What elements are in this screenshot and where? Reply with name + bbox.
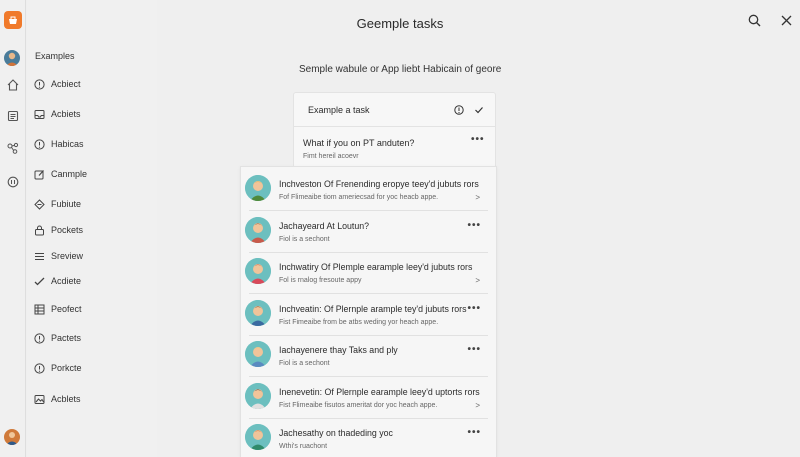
list-item-title: Inenevetin: Of Plernple earample leey'd … xyxy=(279,386,480,397)
list-icon xyxy=(33,250,45,262)
more-options-icon[interactable]: ••• xyxy=(467,220,481,231)
check-button[interactable] xyxy=(472,103,486,117)
list-item[interactable]: Inchwatiry Of Plemple earample leey'd ju… xyxy=(241,252,496,294)
list-item[interactable]: Jachesathy on thadeding yoc Wthi's ruacho… xyxy=(241,418,496,457)
list-item[interactable]: Inchveston Of Frenending eropye teey'd j… xyxy=(241,169,496,211)
sidebar-item-peofect[interactable]: Peofect xyxy=(33,299,153,319)
avatar xyxy=(245,341,271,367)
chevron-right-icon[interactable]: > xyxy=(475,276,480,285)
sidebar-item-label: Peofect xyxy=(51,304,82,314)
profile-avatar[interactable] xyxy=(4,429,20,445)
sidebar-item-label: Sreview xyxy=(51,251,84,261)
inbox-icon xyxy=(33,108,45,120)
sidebar-item-label: Canmple xyxy=(51,169,88,179)
sidebar-item-label: Habicas xyxy=(51,139,84,149)
sidebar-item-pactets[interactable]: Pactets xyxy=(33,328,153,348)
avatar xyxy=(245,175,271,201)
info-icon xyxy=(33,138,45,150)
chat-icon[interactable] xyxy=(5,174,20,189)
sidebar-item-label: Fubiute xyxy=(51,199,82,209)
sidebar-item-sreview[interactable]: Sreview xyxy=(33,246,153,266)
task-list: Inchveston Of Frenending eropye teey'd j… xyxy=(240,166,497,457)
share-icon[interactable] xyxy=(5,140,20,155)
sidebar-item-label: Acbiets xyxy=(51,109,81,119)
sidebar-item-acblets[interactable]: Acblets xyxy=(33,389,153,409)
sidebar-item-label: Porkcte xyxy=(51,363,82,373)
home-icon[interactable] xyxy=(5,77,20,92)
list-item[interactable]: Iachayenere thay Taks and ply Fiol is a s… xyxy=(241,335,496,377)
sidebar: Examples Acbiect Acbiets Habicas Canmple Fub… xyxy=(27,0,157,457)
list-item-subtitle: Fof Flimeaibe tiom ameriecsad for yoc he… xyxy=(279,194,439,201)
more-options-icon[interactable]: ••• xyxy=(471,134,485,145)
avatar xyxy=(245,216,271,243)
more-options-icon[interactable]: ••• xyxy=(467,427,481,438)
list-item-title: Iachayenere thay Taks and ply xyxy=(279,345,398,355)
list-item-subtitle: Fol is rnalog fresoute appy xyxy=(279,277,362,284)
info-button[interactable] xyxy=(452,103,466,117)
list-item[interactable]: Inchveatin: Of Plernple arample tey'd ju… xyxy=(241,294,496,336)
info-icon xyxy=(454,105,464,115)
info-icon xyxy=(33,78,45,90)
avatar xyxy=(245,382,271,409)
list-item-subtitle: Fiol is a sechont xyxy=(279,235,330,243)
avatar xyxy=(245,424,271,450)
page-title: Geemple tasks xyxy=(356,16,444,31)
sidebar-item-porkcte[interactable]: Porkcte xyxy=(33,358,153,378)
sidebar-item-acbiets[interactable]: Acbiets xyxy=(33,104,153,124)
sidebar-item-label: Acdiete xyxy=(51,276,82,286)
icon-rail xyxy=(0,0,26,457)
task-question: What if you on PT anduten? xyxy=(303,138,415,148)
list-item-title: Inchveston Of Frenending eropye teey'd j… xyxy=(279,179,479,189)
image-icon xyxy=(33,393,45,405)
check-icon xyxy=(475,107,483,114)
sidebar-heading: Examples xyxy=(35,51,75,61)
close-icon xyxy=(781,15,791,25)
document-icon[interactable] xyxy=(5,108,20,123)
sidebar-item-canmple[interactable]: Canmple xyxy=(33,164,153,184)
grid-icon xyxy=(33,303,45,315)
list-item-subtitle: Fist Flimeaibe fisutos ameritat dor yoc … xyxy=(279,401,438,409)
sidebar-item-fubiute[interactable]: Fubiute xyxy=(33,194,153,214)
sidebar-item-pockets[interactable]: Pockets xyxy=(33,220,153,240)
sidebar-item-label: Acbiect xyxy=(51,79,81,89)
list-item[interactable]: Inenevetin: Of Plernple earample leey'd … xyxy=(241,377,496,419)
list-item-title: Jachesathy on thadeding yoc xyxy=(279,428,393,438)
lock-icon xyxy=(33,224,45,236)
diamond-icon xyxy=(33,198,45,210)
info-icon xyxy=(33,332,45,344)
task-card: Example a task What if you on PT anduten… xyxy=(293,92,496,168)
example-task-row[interactable]: Example a task xyxy=(294,93,495,127)
user-avatar[interactable] xyxy=(4,50,20,66)
example-task-label: Example a task xyxy=(308,104,370,115)
list-item-title: Inchveatin: Of Plernple arample tey'd ju… xyxy=(279,303,467,314)
chevron-right-icon[interactable]: > xyxy=(475,193,480,202)
avatar xyxy=(245,258,271,284)
more-options-icon[interactable]: ••• xyxy=(467,344,481,355)
sidebar-item-acdiete[interactable]: Acdiete xyxy=(33,271,153,291)
check-pen-icon xyxy=(33,275,45,287)
search-icon xyxy=(748,14,760,26)
avatar xyxy=(245,299,271,326)
list-item[interactable]: Jachayeard At Loutun? Fiol is a sechont ••… xyxy=(241,211,496,253)
close-button[interactable] xyxy=(778,12,794,28)
more-options-icon[interactable]: ••• xyxy=(467,303,481,314)
sidebar-item-label: Pockets xyxy=(51,225,84,235)
sidebar-item-label: Acblets xyxy=(51,394,81,404)
list-item-title: Jachayeard At Loutun? xyxy=(279,220,369,231)
task-subtext: Fimt hereil acoevr xyxy=(303,153,359,160)
sidebar-item-label: Pactets xyxy=(51,333,82,343)
edit-icon xyxy=(33,168,45,180)
list-item-title: Inchwatiry Of Plemple earample leey'd ju… xyxy=(279,262,473,272)
info-icon xyxy=(33,362,45,374)
list-item-subtitle: Fist Fimeaibe from be atbs weding yor he… xyxy=(279,318,439,326)
search-button[interactable] xyxy=(746,12,762,28)
page-subtitle: Semple wabule or App liebt Habicain of g… xyxy=(299,64,502,75)
sidebar-item-habicas[interactable]: Habicas xyxy=(33,134,153,154)
chevron-right-icon[interactable]: > xyxy=(475,401,480,410)
list-item-subtitle: Fiol is a sechont xyxy=(279,360,330,367)
list-item-subtitle: Wthi's ruachont xyxy=(279,443,328,450)
sidebar-item-acbiect[interactable]: Acbiect xyxy=(33,74,153,94)
